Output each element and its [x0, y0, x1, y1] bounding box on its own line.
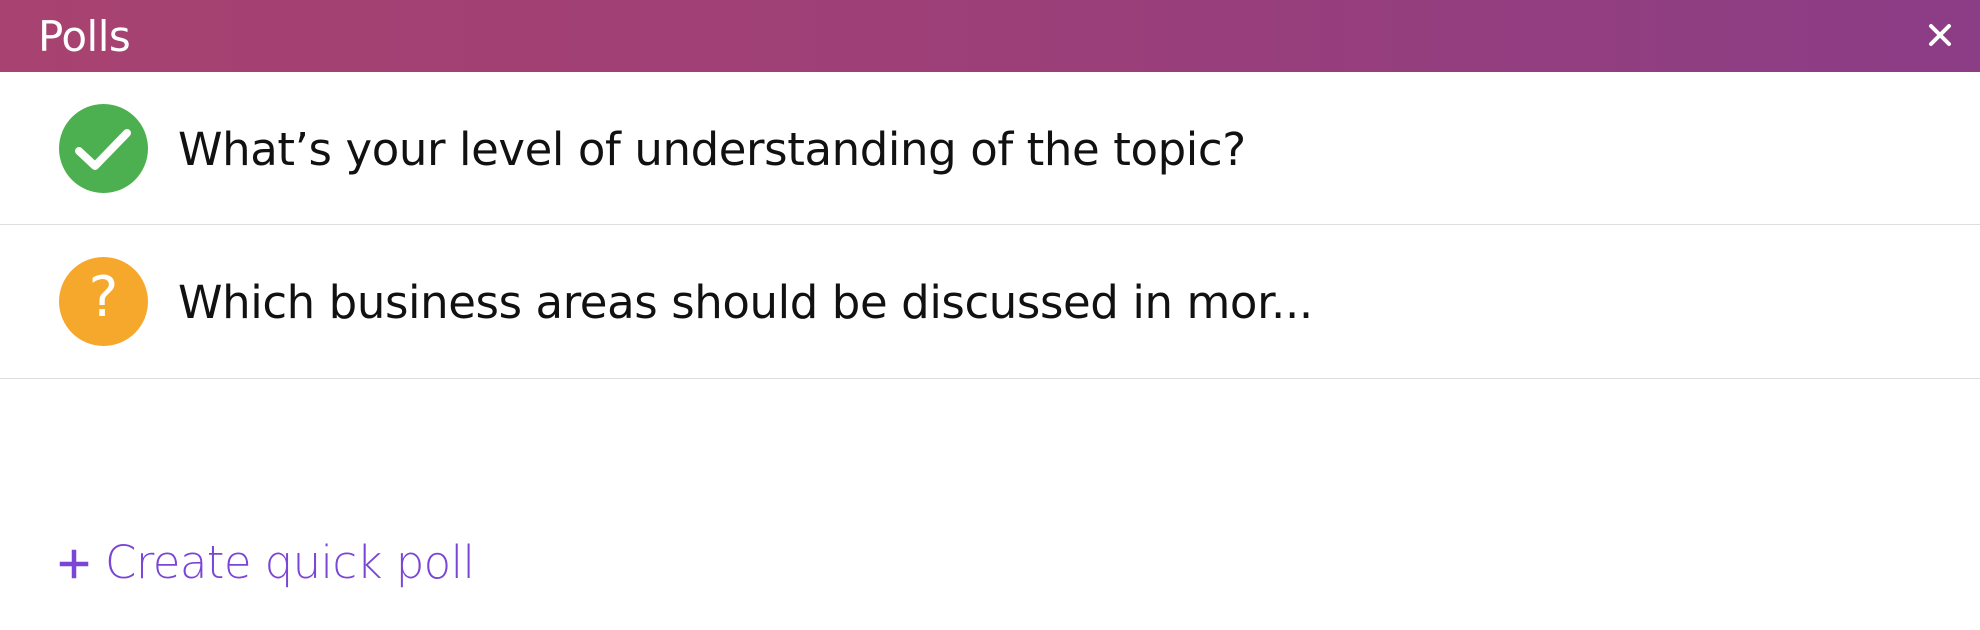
check-circle-icon	[59, 104, 148, 193]
poll-question: What’s your level of understanding of th…	[178, 123, 1246, 176]
close-button[interactable]	[1926, 21, 1954, 49]
poll-item-understanding[interactable]: What’s your level of understanding of th…	[0, 72, 1980, 225]
question-mark: ?	[88, 265, 119, 330]
polls-panel: Polls What’s your level of understanding…	[0, 0, 1980, 630]
panel-title: Polls	[38, 12, 131, 61]
create-quick-poll-label: Create quick poll	[105, 536, 475, 589]
poll-question: Which business areas should be discussed…	[178, 276, 1313, 329]
polls-titlebar: Polls	[0, 0, 1980, 72]
poll-list: What’s your level of understanding of th…	[0, 72, 1980, 379]
plus-icon	[59, 549, 89, 579]
poll-item-business-areas[interactable]: ? Which business areas should be discuss…	[0, 225, 1980, 379]
create-quick-poll-button[interactable]: Create quick poll	[59, 535, 475, 591]
question-circle-icon: ?	[59, 257, 148, 346]
close-icon	[1929, 24, 1951, 46]
